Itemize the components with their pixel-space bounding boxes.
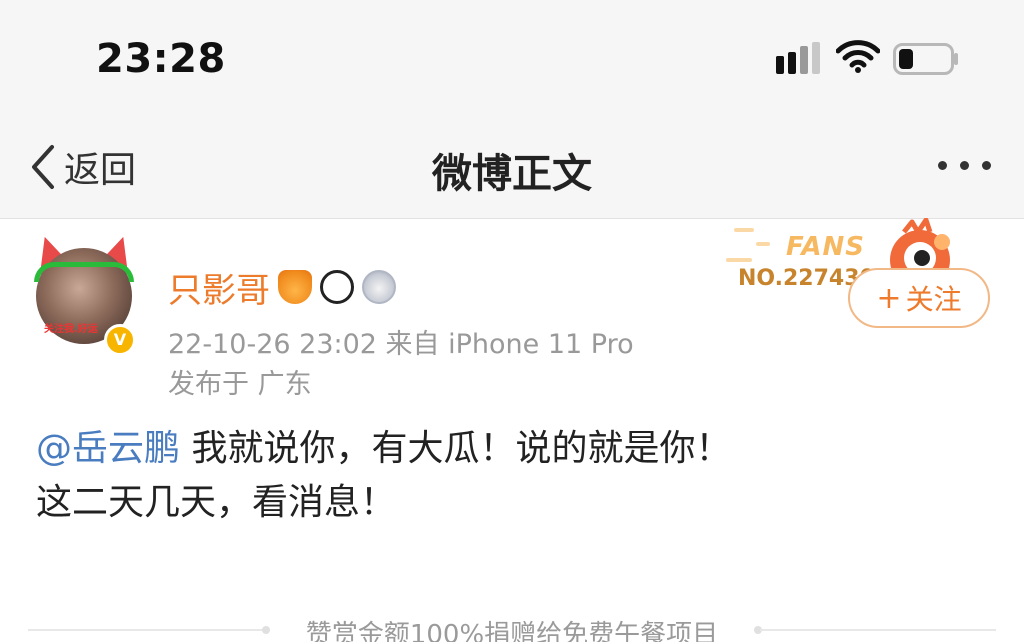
- nav-bar: 返回 微博正文: [0, 115, 1024, 219]
- post-text-line-1: @岳云鹏 我就说你，有大瓜！说的就是你！: [36, 422, 996, 476]
- follow-button[interactable]: + 关注: [848, 268, 990, 328]
- post-content: @岳云鹏 我就说你，有大瓜！说的就是你！ 这二天几天，看消息！: [36, 422, 996, 530]
- battery-icon: [893, 43, 958, 75]
- wifi-icon: [836, 40, 880, 73]
- panda-icon[interactable]: [320, 270, 354, 304]
- status-bar: 23:28: [0, 0, 1024, 115]
- fans-label: FANS: [786, 232, 866, 262]
- fans-stripe: [734, 228, 754, 232]
- author-name[interactable]: 只影哥: [168, 263, 270, 312]
- crown-icon[interactable]: [278, 270, 312, 304]
- avatar[interactable]: 关注我.好运 V: [29, 231, 139, 356]
- signal-icon: [776, 42, 826, 76]
- author-row: 只影哥: [168, 262, 396, 312]
- fans-stripe: [726, 258, 752, 262]
- follow-label: 关注: [905, 283, 962, 316]
- reward-text: 赞赏金额100%捐赠给免费午餐项目: [305, 620, 719, 642]
- more-icon[interactable]: [934, 155, 996, 177]
- avatar-caption: 关注我.好运: [44, 324, 98, 335]
- page-title: 微博正文: [432, 151, 592, 197]
- reward-banner[interactable]: 赞赏金额100%捐赠给免费午餐项目: [0, 612, 1024, 642]
- post-text: 我就说你，有大瓜！说的就是你！: [180, 428, 732, 469]
- status-time: 23:28: [96, 36, 226, 82]
- headband: [34, 262, 134, 282]
- plus-icon: +: [876, 280, 902, 316]
- post-text-line-2: 这二天几天，看消息！: [36, 482, 397, 523]
- post-location: 发布于 广东: [168, 369, 312, 400]
- medal-icon[interactable]: [362, 270, 396, 304]
- fans-stripe: [756, 242, 770, 246]
- post-meta: 22-10-26 23:02 来自 iPhone 11 Pro: [168, 329, 634, 360]
- verified-badge-icon: V: [104, 324, 136, 356]
- mention-link[interactable]: @岳云鹏: [36, 428, 180, 469]
